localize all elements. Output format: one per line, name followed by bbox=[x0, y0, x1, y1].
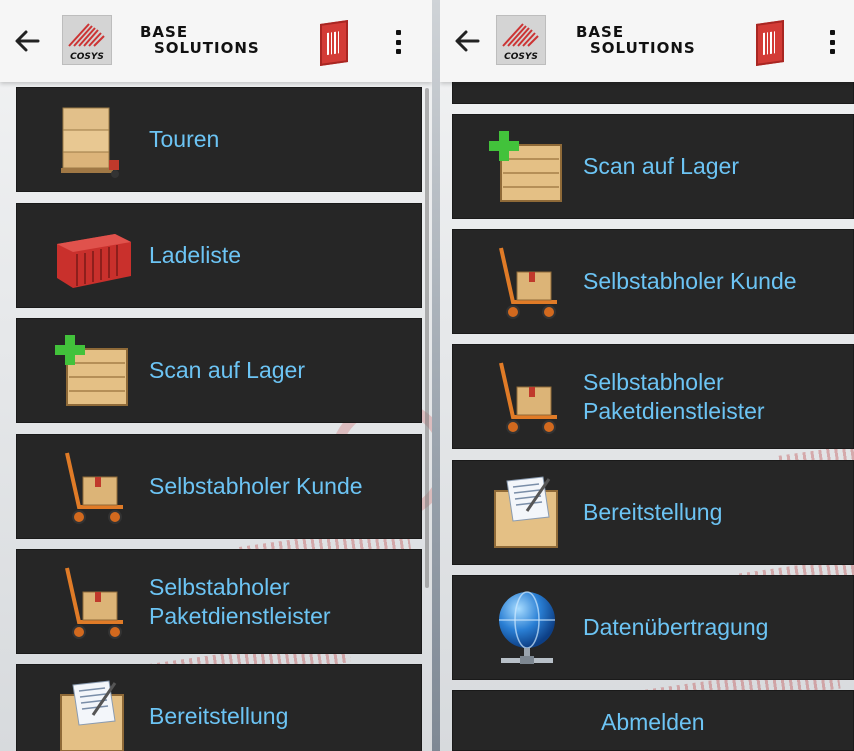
divider bbox=[432, 0, 440, 751]
hand-truck-icon bbox=[65, 452, 123, 524]
menu-item-ladeliste[interactable]: Ladeliste bbox=[16, 203, 422, 308]
logo-text: COSYS bbox=[504, 52, 538, 62]
menu-item-label: Scan auf Lager bbox=[583, 153, 740, 179]
menu-item-bereitstellung[interactable]: Bereitstellung bbox=[16, 664, 422, 751]
more-vertical-icon[interactable] bbox=[392, 30, 404, 54]
arrow-left-icon bbox=[455, 30, 480, 52]
menu-item-scan-auf-lager[interactable]: Scan auf Lager bbox=[16, 318, 422, 423]
hand-truck-icon bbox=[499, 247, 557, 319]
menu-item-selbstabholer-kunde[interactable]: Selbstabholer Kunde bbox=[16, 434, 422, 539]
logout-label: Abmelden bbox=[601, 709, 705, 735]
phone-screen-left: COSYS BASE SOLUTIONS Touren Ladeliste Sc… bbox=[0, 0, 432, 751]
pallet-truck-icon bbox=[61, 107, 119, 178]
menu-item-selbstabholer-paketdienstleister[interactable]: Selbstabholer Paketdienstleister bbox=[16, 549, 422, 654]
menu-item-label: Bereitstellung bbox=[583, 499, 723, 525]
menu-item-label: Selbstabholer Paketdienstleister bbox=[149, 573, 331, 629]
menu-item-selbstabholer-paketdienstleister[interactable]: Selbstabholer Paketdienstleister bbox=[452, 344, 854, 449]
hand-truck-icon bbox=[65, 567, 123, 639]
app-bar: COSYS BASE SOLUTIONS bbox=[440, 0, 854, 82]
menu-item-bereitstellung[interactable]: Bereitstellung bbox=[452, 460, 854, 565]
menu-item-label: Selbstabholer Kunde bbox=[583, 268, 797, 294]
hand-truck-icon bbox=[499, 362, 557, 434]
menu-item-label: Selbstabholer Paketdienstleister bbox=[583, 368, 765, 424]
back-button[interactable] bbox=[10, 24, 44, 58]
brand-line-1: BASE bbox=[576, 23, 625, 41]
barcode-icon[interactable] bbox=[320, 20, 348, 66]
menu-item-selbstabholer-kunde[interactable]: Selbstabholer Kunde bbox=[452, 229, 854, 334]
phone-screen-right: COSYS BASE SOLUTIONS Scan auf Lager Selb… bbox=[440, 0, 854, 751]
barcode-icon[interactable] bbox=[756, 20, 784, 66]
box-add-icon bbox=[55, 335, 128, 406]
box-document-icon bbox=[494, 476, 558, 548]
menu-item-label: Scan auf Lager bbox=[149, 357, 306, 383]
menu-item-label: Bereitstellung bbox=[149, 703, 289, 729]
menu-item-label: Datenübertragung bbox=[583, 614, 769, 640]
menu-item-datenuebertragung[interactable]: Datenübertragung bbox=[452, 575, 854, 680]
app-bar: COSYS BASE SOLUTIONS bbox=[0, 0, 432, 82]
scrollbar[interactable] bbox=[425, 88, 429, 588]
brand-wordmark: BASE SOLUTIONS bbox=[572, 24, 696, 56]
arrow-left-icon bbox=[15, 30, 40, 52]
cosys-logo: COSYS bbox=[62, 15, 112, 65]
box-add-icon bbox=[489, 131, 562, 202]
menu-item-label: Selbstabholer Kunde bbox=[149, 473, 363, 499]
brand-line-2: SOLUTIONS bbox=[590, 39, 696, 57]
brand-wordmark: BASE SOLUTIONS bbox=[136, 24, 260, 56]
menu-item-label: Ladeliste bbox=[149, 242, 242, 268]
more-vertical-icon[interactable] bbox=[826, 30, 838, 54]
cosys-logo: COSYS bbox=[496, 15, 546, 65]
logout-button[interactable]: Abmelden bbox=[452, 690, 854, 751]
brand-line-2: SOLUTIONS bbox=[154, 39, 260, 57]
container-icon bbox=[57, 234, 131, 288]
brand-line-1: BASE bbox=[140, 23, 189, 41]
menu-item-label: Touren bbox=[149, 126, 220, 152]
logo-text: COSYS bbox=[70, 52, 104, 62]
menu-item-scan-auf-lager[interactable]: Scan auf Lager bbox=[452, 114, 854, 219]
globe-network-icon bbox=[499, 591, 555, 664]
menu-item-touren[interactable]: Touren bbox=[16, 87, 422, 192]
box-document-icon bbox=[60, 680, 124, 751]
back-button[interactable] bbox=[450, 24, 484, 58]
